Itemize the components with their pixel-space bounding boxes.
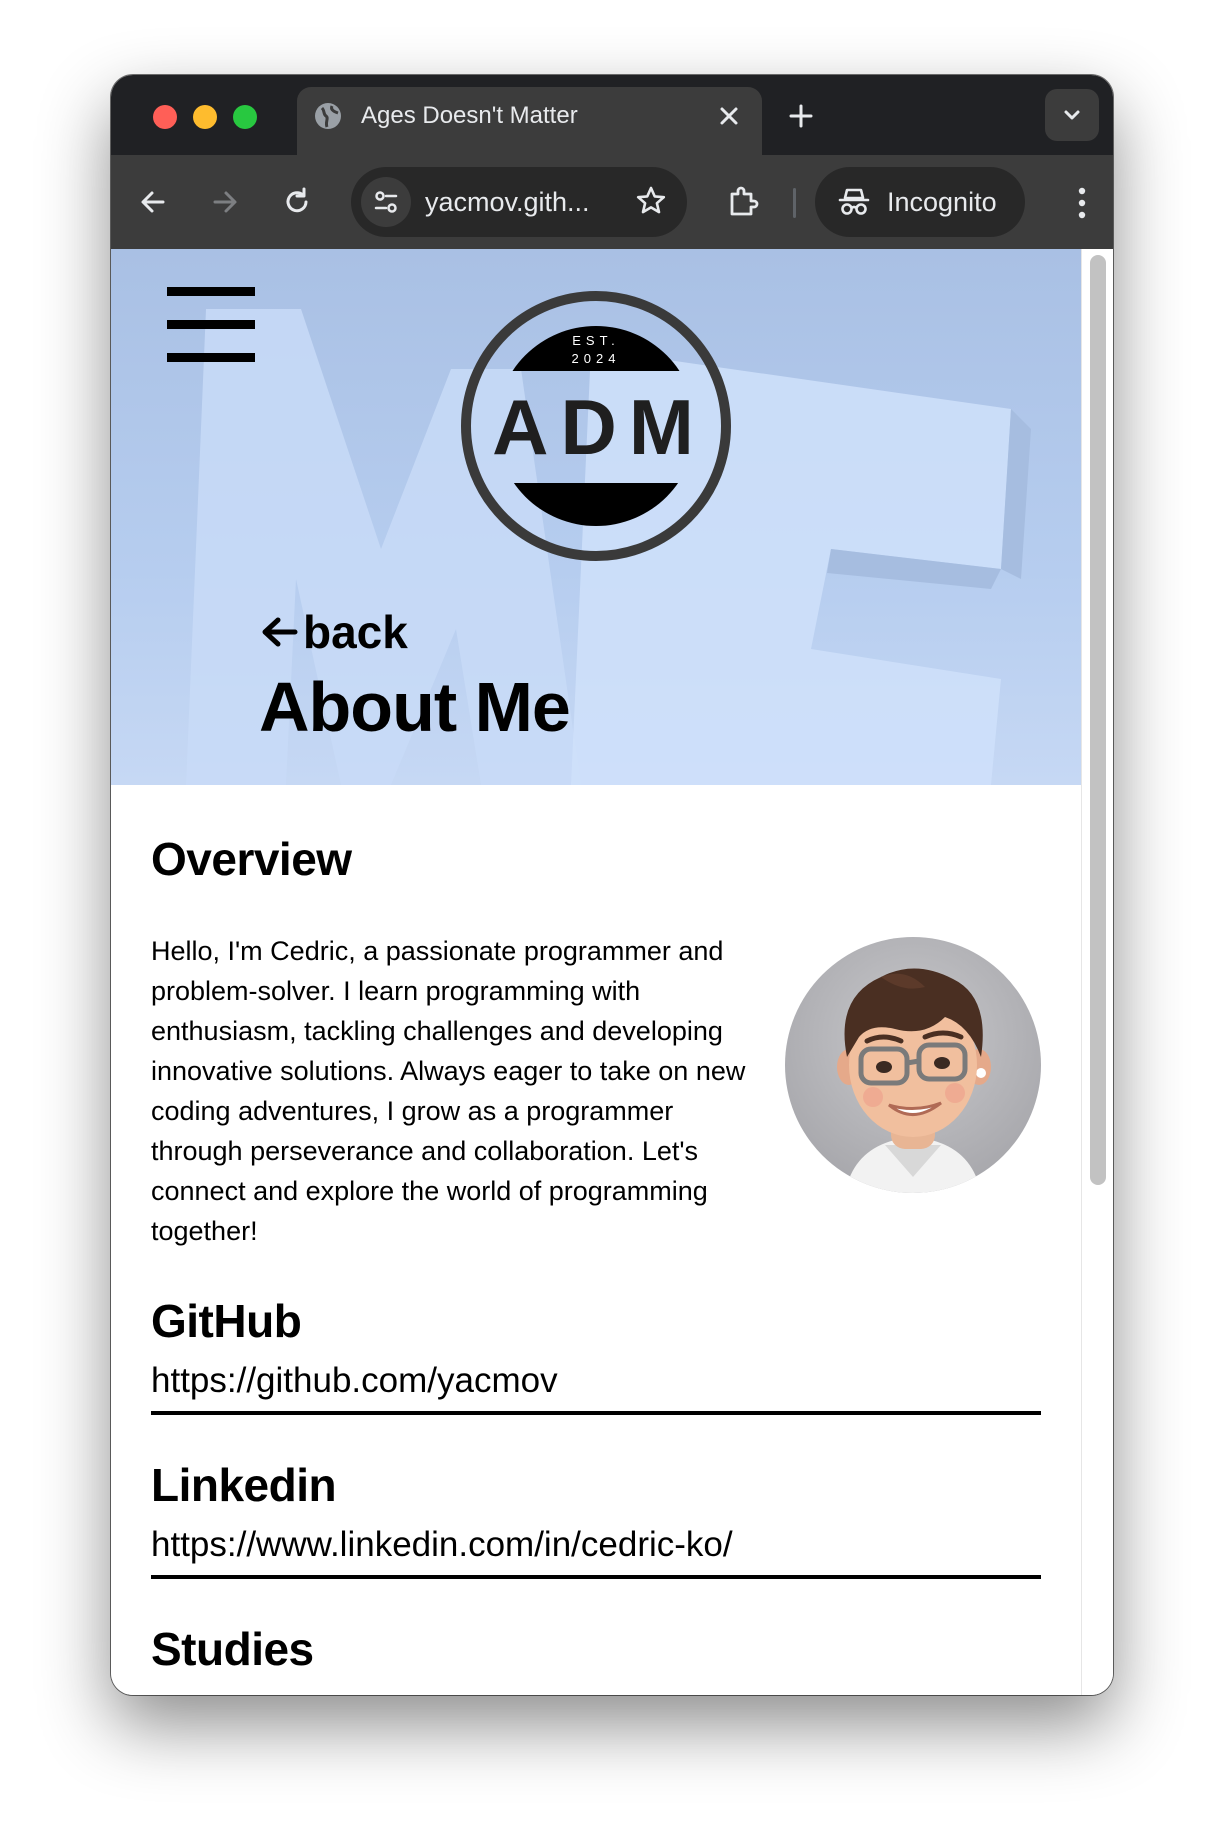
back-arrow-icon[interactable]: [135, 184, 171, 220]
memoji-avatar-image: [837, 968, 991, 1193]
maximize-window-button[interactable]: [233, 105, 257, 129]
plus-icon[interactable]: [784, 99, 818, 133]
close-icon[interactable]: [714, 101, 744, 131]
minimize-window-button[interactable]: [193, 105, 217, 129]
avatar: [785, 937, 1041, 1193]
github-link[interactable]: https://github.com/yacmov: [151, 1359, 1041, 1415]
chevron-down-icon: [1064, 110, 1080, 120]
svg-text:ADM: ADM: [492, 383, 706, 471]
svg-text:2024: 2024: [572, 351, 621, 366]
overview-heading: Overview: [151, 833, 352, 885]
globe-icon: [315, 103, 341, 129]
page-title: About Me: [259, 668, 571, 746]
hero-background-text: ME: [171, 761, 186, 772]
back-link[interactable]: back: [259, 605, 408, 659]
browser-toolbar: yacmov.gith... Incognito: [111, 155, 1113, 249]
browser-window: Ages Doesn't Matter yacmov.gith... Incog…: [111, 75, 1113, 1695]
studies-heading: Studies: [151, 1623, 314, 1675]
hero-banner: ME EST. 2024 ADM back About Me: [111, 249, 1081, 785]
tune-icon: [374, 191, 398, 213]
forward-arrow-icon[interactable]: [207, 184, 243, 220]
svg-text:EST.: EST.: [572, 333, 619, 348]
incognito-button[interactable]: Incognito: [815, 167, 1025, 237]
tab-search-button[interactable]: [1045, 89, 1099, 141]
back-label: back: [303, 606, 408, 658]
linkedin-heading: Linkedin: [151, 1459, 337, 1511]
hamburger-menu-icon[interactable]: [167, 287, 255, 363]
linkedin-link[interactable]: https://www.linkedin.com/in/cedric-ko/: [151, 1523, 1041, 1579]
tab-bar: Ages Doesn't Matter: [111, 75, 1113, 155]
incognito-label: Incognito: [887, 187, 997, 217]
tab-title: Ages Doesn't Matter: [361, 102, 578, 129]
overview-text: Hello, I'm Cedric, a passionate programm…: [151, 936, 746, 1246]
site-info-button[interactable]: [361, 177, 411, 227]
more-vert-icon[interactable]: [1075, 183, 1089, 223]
scrollbar-thumb[interactable]: [1090, 255, 1106, 1185]
page-viewport: ME EST. 2024 ADM back About Me Overview …: [111, 249, 1113, 1695]
close-window-button[interactable]: [153, 105, 177, 129]
arrow-left-icon: [262, 617, 298, 647]
github-heading: GitHub: [151, 1295, 302, 1347]
reload-icon[interactable]: [279, 184, 315, 220]
url-text[interactable]: yacmov.gith...: [425, 187, 590, 217]
star-icon[interactable]: [633, 183, 669, 219]
incognito-icon: [838, 188, 870, 215]
adm-logo: EST. 2024 ADM: [461, 291, 731, 561]
toolbar-divider: [793, 188, 796, 218]
extension-icon[interactable]: [723, 182, 763, 222]
scrollbar[interactable]: [1081, 249, 1113, 1695]
active-tab[interactable]: Ages Doesn't Matter: [297, 87, 762, 155]
address-bar[interactable]: yacmov.gith...: [351, 167, 687, 237]
